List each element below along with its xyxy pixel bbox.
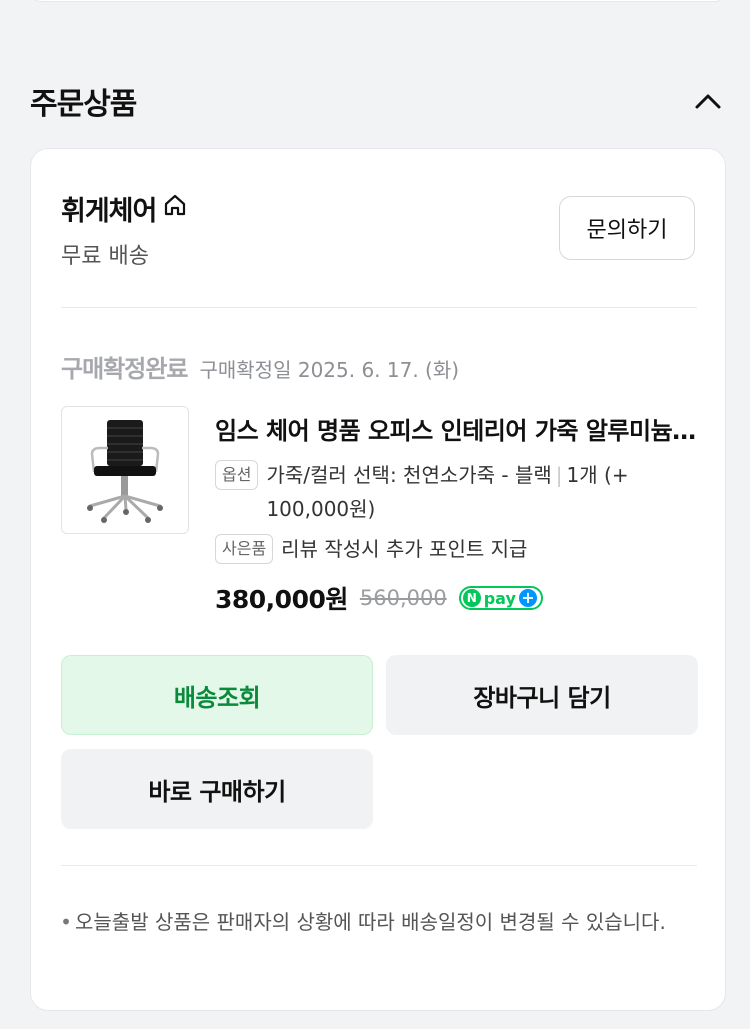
chevron-up-icon[interactable] bbox=[690, 83, 726, 119]
divider bbox=[61, 865, 697, 866]
track-delivery-button[interactable]: 배송조회 bbox=[61, 655, 373, 735]
sale-price: 380,000원 bbox=[215, 585, 348, 614]
product-option: 옵션 가죽/컬러 선택: 천연소가죽 - 블랙 | 1개 (+ 100,000원) bbox=[215, 458, 699, 526]
notice-text: 오늘출발 상품은 판매자의 상황에 따라 배송일정이 변경될 수 있습니다. bbox=[75, 910, 666, 934]
bullet-icon: • bbox=[60, 910, 72, 934]
confirmed-date: 구매확정일 2025. 6. 17. (화) bbox=[199, 358, 460, 382]
section-header: 주문상품 bbox=[30, 78, 726, 124]
home-icon bbox=[162, 192, 188, 225]
price-row: 380,000원 560,000 N pay + bbox=[215, 580, 699, 616]
option-separator: | bbox=[555, 463, 563, 487]
seller-info: 휘게체어 무료 배송 bbox=[61, 189, 188, 270]
order-status-row: 구매확정완료 구매확정일 2025. 6. 17. (화) bbox=[61, 349, 459, 384]
product-gift: 사은품 리뷰 작성시 추가 포인트 지급 bbox=[215, 532, 699, 566]
npay-label: pay bbox=[483, 588, 516, 608]
npay-n-icon: N bbox=[462, 589, 481, 607]
seller-name: 휘게체어 bbox=[61, 196, 157, 227]
plus-icon: + bbox=[518, 589, 537, 607]
product-info: 임스 체어 명품 오피스 인테리어 가죽 알루미늄 의자 옵션 가죽/컬러 선택… bbox=[215, 411, 699, 616]
buy-now-button[interactable]: 바로 구매하기 bbox=[61, 749, 373, 829]
shipping-notice: • 오늘출발 상품은 판매자의 상황에 따라 배송일정이 변경될 수 있습니다. bbox=[57, 903, 687, 941]
product-title[interactable]: 임스 체어 명품 오피스 인테리어 가죽 알루미늄 의자 bbox=[215, 411, 699, 446]
divider bbox=[61, 307, 697, 308]
inquiry-button[interactable]: 문의하기 bbox=[559, 196, 695, 260]
original-price: 560,000 bbox=[359, 586, 447, 610]
product-thumbnail[interactable] bbox=[61, 406, 189, 534]
seller-name-link[interactable]: 휘게체어 bbox=[61, 189, 188, 228]
order-product-card: 휘게체어 무료 배송 문의하기 구매확정완료 구매확정일 2025. 6. 17… bbox=[30, 148, 726, 1011]
npay-plus-badge: N pay + bbox=[458, 586, 543, 610]
previous-card bbox=[30, 0, 726, 2]
section-title: 주문상품 bbox=[30, 87, 137, 122]
gift-text: 리뷰 작성시 추가 포인트 지급 bbox=[281, 537, 528, 561]
option-text: 가죽/컬러 선택: 천연소가죽 - 블랙 bbox=[266, 463, 552, 487]
shipping-info: 무료 배송 bbox=[61, 244, 149, 269]
option-tag: 옵션 bbox=[215, 460, 259, 490]
add-to-cart-button[interactable]: 장바구니 담기 bbox=[386, 655, 698, 735]
gift-tag: 사은품 bbox=[215, 534, 274, 564]
order-status: 구매확정완료 bbox=[61, 355, 188, 383]
office-chair-image bbox=[87, 420, 163, 523]
